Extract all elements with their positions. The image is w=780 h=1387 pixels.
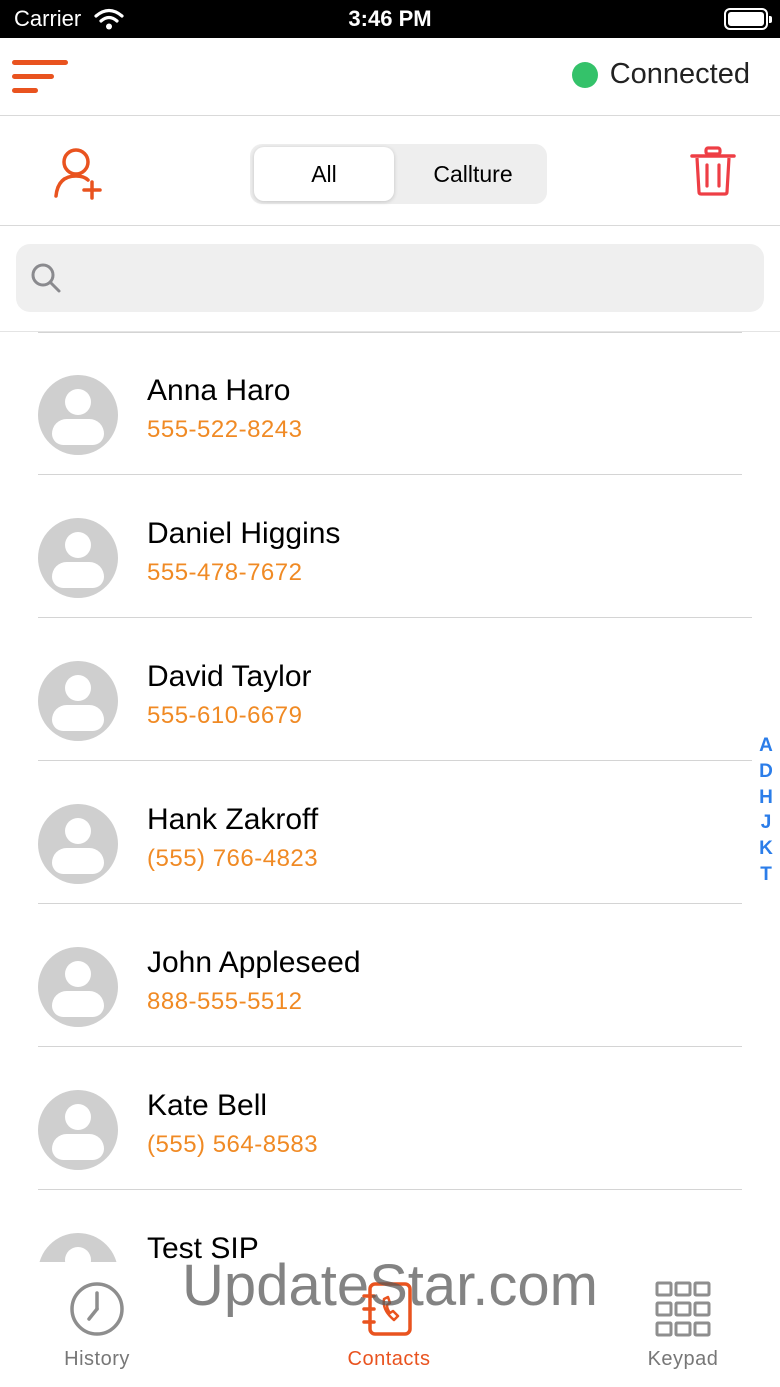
avatar-placeholder-icon	[38, 1233, 118, 1262]
contact-row[interactable]: Daniel Higgins 555-478-7672	[0, 475, 780, 618]
tab-history-label: History	[64, 1348, 130, 1370]
avatar-placeholder-icon	[38, 947, 118, 1027]
add-contact-icon[interactable]	[52, 146, 104, 200]
contact-row[interactable]: Anna Haro 555-522-8243	[0, 332, 780, 475]
alphabet-index: A D H J K T	[756, 733, 776, 888]
contact-name: David Taylor	[147, 660, 312, 693]
contact-name: Kate Bell	[147, 1089, 268, 1122]
status-time: 3:46 PM	[348, 6, 432, 31]
index-letter-j[interactable]: J	[756, 810, 776, 836]
contact-row[interactable]: John Appleseed 888-555-5512	[0, 904, 780, 1047]
tab-keypad[interactable]: Keypad	[608, 1278, 758, 1371]
search-input[interactable]	[76, 244, 756, 312]
avatar-placeholder-icon	[38, 1090, 118, 1170]
clock-icon	[70, 1282, 124, 1336]
contact-name: John Appleseed	[147, 946, 361, 979]
keypad-grid-icon	[655, 1281, 711, 1337]
contact-name: Hank Zakroff	[147, 803, 319, 836]
contacts-list: Anna Haro 555-522-8243 Daniel Higgins 55…	[0, 332, 780, 1262]
address-book-icon	[362, 1282, 412, 1336]
contact-phone: 555-610-6679	[147, 702, 303, 729]
contact-phone: 555-478-7672	[147, 559, 303, 586]
segment-callture[interactable]: Callture	[400, 147, 546, 201]
index-letter-a[interactable]: A	[756, 733, 776, 759]
status-bar: Carrier 3:46 PM	[0, 0, 780, 38]
contact-phone: (555) 766-4823	[147, 845, 319, 872]
contact-phone: 888-555-5512	[147, 988, 303, 1015]
contacts-toolbar: All Callture	[0, 116, 780, 226]
contact-name: Anna Haro	[147, 374, 291, 407]
index-letter-k[interactable]: K	[756, 836, 776, 862]
avatar-placeholder-icon	[38, 375, 118, 455]
trash-icon[interactable]	[690, 146, 736, 196]
contact-name: Test SIP	[147, 1232, 259, 1262]
contact-row[interactable]: Hank Zakroff (555) 766-4823	[0, 761, 780, 904]
index-letter-t[interactable]: T	[756, 862, 776, 888]
contact-name: Daniel Higgins	[147, 517, 341, 550]
avatar-placeholder-icon	[38, 518, 118, 598]
tab-bar: History Contacts Keypad	[0, 1262, 780, 1387]
contact-row[interactable]: Test SIP	[0, 1190, 780, 1262]
avatar-placeholder-icon	[38, 804, 118, 884]
connection-label: Connected	[609, 58, 750, 90]
nav-bar: Connected	[0, 38, 780, 116]
tab-contacts-label: Contacts	[347, 1348, 431, 1370]
index-letter-h[interactable]: H	[756, 785, 776, 811]
tab-keypad-label: Keypad	[647, 1348, 719, 1370]
tab-history[interactable]: History	[22, 1278, 172, 1371]
segment-all[interactable]: All	[254, 147, 394, 201]
connection-dot-icon	[571, 61, 598, 88]
search-bar[interactable]	[16, 244, 764, 312]
connection-status: Connected	[571, 58, 750, 91]
avatar-placeholder-icon	[38, 661, 118, 741]
contact-phone: 555-522-8243	[147, 416, 303, 443]
tab-contacts[interactable]: Contacts	[314, 1278, 464, 1371]
battery-icon	[724, 8, 772, 30]
search-icon	[31, 263, 61, 293]
contact-row[interactable]: David Taylor 555-610-6679	[0, 618, 780, 761]
contact-phone: (555) 564-8583	[147, 1131, 319, 1158]
contact-row[interactable]: Kate Bell (555) 564-8583	[0, 1047, 780, 1190]
index-letter-d[interactable]: D	[756, 759, 776, 785]
menu-icon[interactable]	[10, 58, 70, 96]
contact-source-segmented-control: All Callture	[250, 144, 547, 204]
search-section	[0, 226, 780, 332]
